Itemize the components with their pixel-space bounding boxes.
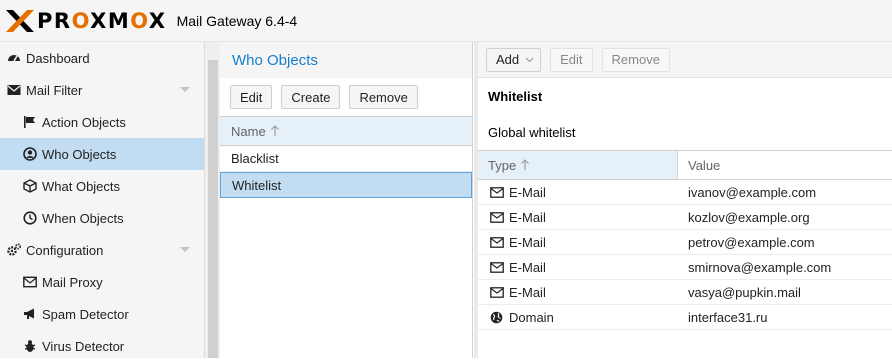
table-row[interactable]: Domain interface31.ru (478, 305, 892, 330)
remove-button[interactable]: Remove (601, 47, 670, 72)
logo-wordmark: PROXMOX (37, 8, 167, 33)
app-header: PROXMOX Mail Gateway 6.4-4 (0, 0, 892, 42)
cell-type-label: E-Mail (509, 234, 546, 250)
list-item-label: Whitelist (232, 177, 282, 193)
nav-mail-filter[interactable]: Mail Filter (0, 74, 204, 106)
nav-label: Configuration (26, 242, 104, 258)
cell-value: vasya@pupkin.mail (688, 284, 801, 300)
cell-value: petrov@example.com (688, 234, 815, 250)
list-item-whitelist[interactable]: Whitelist (220, 172, 472, 198)
nav-label: Mail Proxy (42, 274, 103, 290)
dashboard-icon (7, 51, 21, 65)
sort-ascending-icon (270, 125, 280, 137)
cell-type: E-Mail (478, 260, 678, 275)
create-button[interactable]: Create (281, 85, 341, 109)
nav-when-objects[interactable]: When Objects (0, 202, 204, 234)
object-title: Whitelist (488, 88, 543, 104)
edit-button[interactable]: Edit (230, 85, 273, 109)
object-description: Global whitelist (488, 124, 576, 140)
nav-label: Who Objects (42, 146, 117, 162)
cell-type-label: E-Mail (509, 259, 546, 275)
nav-virus-detector[interactable]: Virus Detector (0, 330, 204, 362)
cell-type: E-Mail (478, 235, 678, 250)
nav-label: Virus Detector (42, 338, 125, 354)
cell-type-label: E-Mail (509, 209, 546, 225)
product-version: Mail Gateway 6.4-4 (176, 12, 298, 29)
column-header-value[interactable]: Value (678, 151, 892, 179)
nav-label: Spam Detector (42, 306, 129, 322)
column-header-type[interactable]: Type (478, 151, 678, 179)
chevron-down-icon[interactable] (180, 87, 190, 92)
envelope-icon (490, 185, 504, 199)
cube-icon (23, 179, 37, 193)
panel-title: Who Objects (220, 42, 472, 78)
who-objects-panel: Who Objects Edit Create Remove Name Blac… (220, 42, 473, 358)
column-header-name[interactable]: Name (220, 116, 472, 146)
who-objects-toolbar: Edit Create Remove (220, 78, 472, 116)
table-row[interactable]: E-Mail smirnova@example.com (478, 255, 892, 280)
nav-spam-detector[interactable]: Spam Detector (0, 298, 204, 330)
list-item-blacklist[interactable]: Blacklist (220, 146, 472, 172)
proxmox-logo[interactable]: PROXMOX (6, 8, 167, 33)
chevron-down-icon (525, 57, 534, 63)
table-row[interactable]: E-Mail vasya@pupkin.mail (478, 280, 892, 305)
cell-type-label: Domain (509, 309, 554, 325)
proxmox-x-icon (6, 9, 34, 32)
whitelist-detail-panel: Add Edit Remove Whitelist Global whiteli… (474, 42, 892, 358)
cell-type: E-Mail (478, 185, 678, 200)
sidebar-scrollbar[interactable] (204, 42, 220, 358)
remove-button[interactable]: Remove (349, 85, 418, 109)
nav-label: What Objects (42, 178, 121, 194)
add-button[interactable]: Add (486, 47, 542, 72)
nav-action-objects[interactable]: Action Objects (0, 106, 204, 138)
cell-value: interface31.ru (688, 309, 768, 325)
table-row[interactable]: E-Mail ivanov@example.com (478, 180, 892, 205)
nav-mail-proxy[interactable]: Mail Proxy (0, 266, 204, 298)
flag-icon (23, 115, 37, 129)
cell-value: ivanov@example.com (688, 184, 817, 200)
list-item-label: Blacklist (231, 151, 279, 166)
nav-who-objects[interactable]: Who Objects (0, 138, 204, 170)
column-header-label: Type (488, 157, 517, 173)
user-circle-icon (23, 147, 37, 161)
envelope-icon (23, 275, 37, 289)
sort-ascending-icon (520, 159, 530, 171)
cell-type-label: E-Mail (509, 284, 546, 300)
envelope-icon (490, 285, 504, 299)
cell-type: E-Mail (478, 210, 678, 225)
table-header: Type Value (478, 150, 892, 180)
cell-type: E-Mail (478, 285, 678, 300)
envelope-icon (490, 260, 504, 274)
detail-toolbar: Add Edit Remove (478, 42, 892, 78)
bullhorn-icon (23, 307, 37, 321)
gears-icon (7, 243, 21, 257)
nav-configuration[interactable]: Configuration (0, 234, 204, 266)
clock-icon (23, 211, 37, 225)
table-row[interactable]: E-Mail petrov@example.com (478, 230, 892, 255)
bug-icon (23, 339, 37, 353)
cell-type: Domain (478, 310, 678, 325)
cell-value: kozlov@example.org (688, 209, 810, 225)
edit-button[interactable]: Edit (550, 47, 593, 72)
envelope-icon (7, 83, 21, 97)
table-row[interactable]: E-Mail kozlov@example.org (478, 205, 892, 230)
navigation-tree: Dashboard Mail Filter Action Objects Who… (0, 42, 204, 358)
envelope-icon (490, 210, 504, 224)
nav-label: Action Objects (42, 114, 126, 130)
nav-what-objects[interactable]: What Objects (0, 170, 204, 202)
nav-label: Mail Filter (26, 82, 83, 98)
add-button-label: Add (496, 52, 520, 67)
nav-label: Dashboard (26, 50, 90, 66)
cell-type-label: E-Mail (509, 184, 546, 200)
column-header-label: Name (231, 123, 266, 139)
column-header-label: Value (688, 157, 721, 173)
globe-icon (490, 310, 504, 324)
nav-label: When Objects (42, 210, 124, 226)
scrollbar-thumb[interactable] (208, 60, 218, 358)
nav-dashboard[interactable]: Dashboard (0, 42, 204, 74)
chevron-down-icon[interactable] (180, 247, 190, 252)
cell-value: smirnova@example.com (688, 259, 832, 275)
envelope-icon (490, 235, 504, 249)
